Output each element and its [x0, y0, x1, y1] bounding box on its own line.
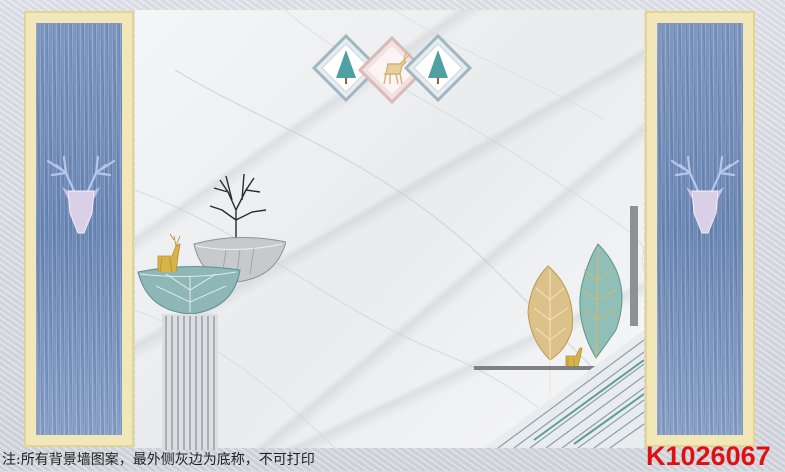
leaf-bowl-sculpture [137, 173, 286, 450]
bare-tree-icon [209, 173, 267, 242]
leaf-sculpture [474, 206, 644, 448]
deer-icon [157, 233, 181, 273]
deer-head-icon [670, 155, 740, 234]
left-panel [24, 11, 134, 447]
print-note-caption: 注:所有背景墙图案，最外侧灰边为底称，不可打印 [2, 452, 315, 468]
diamond-frame-right [403, 34, 473, 103]
right-panel [645, 11, 755, 447]
deer-head-icon [46, 155, 116, 234]
diamond-frames [312, 34, 473, 105]
product-code: K1026067 [646, 441, 771, 471]
deer-icon [565, 347, 583, 367]
leaf-icon [579, 243, 623, 359]
